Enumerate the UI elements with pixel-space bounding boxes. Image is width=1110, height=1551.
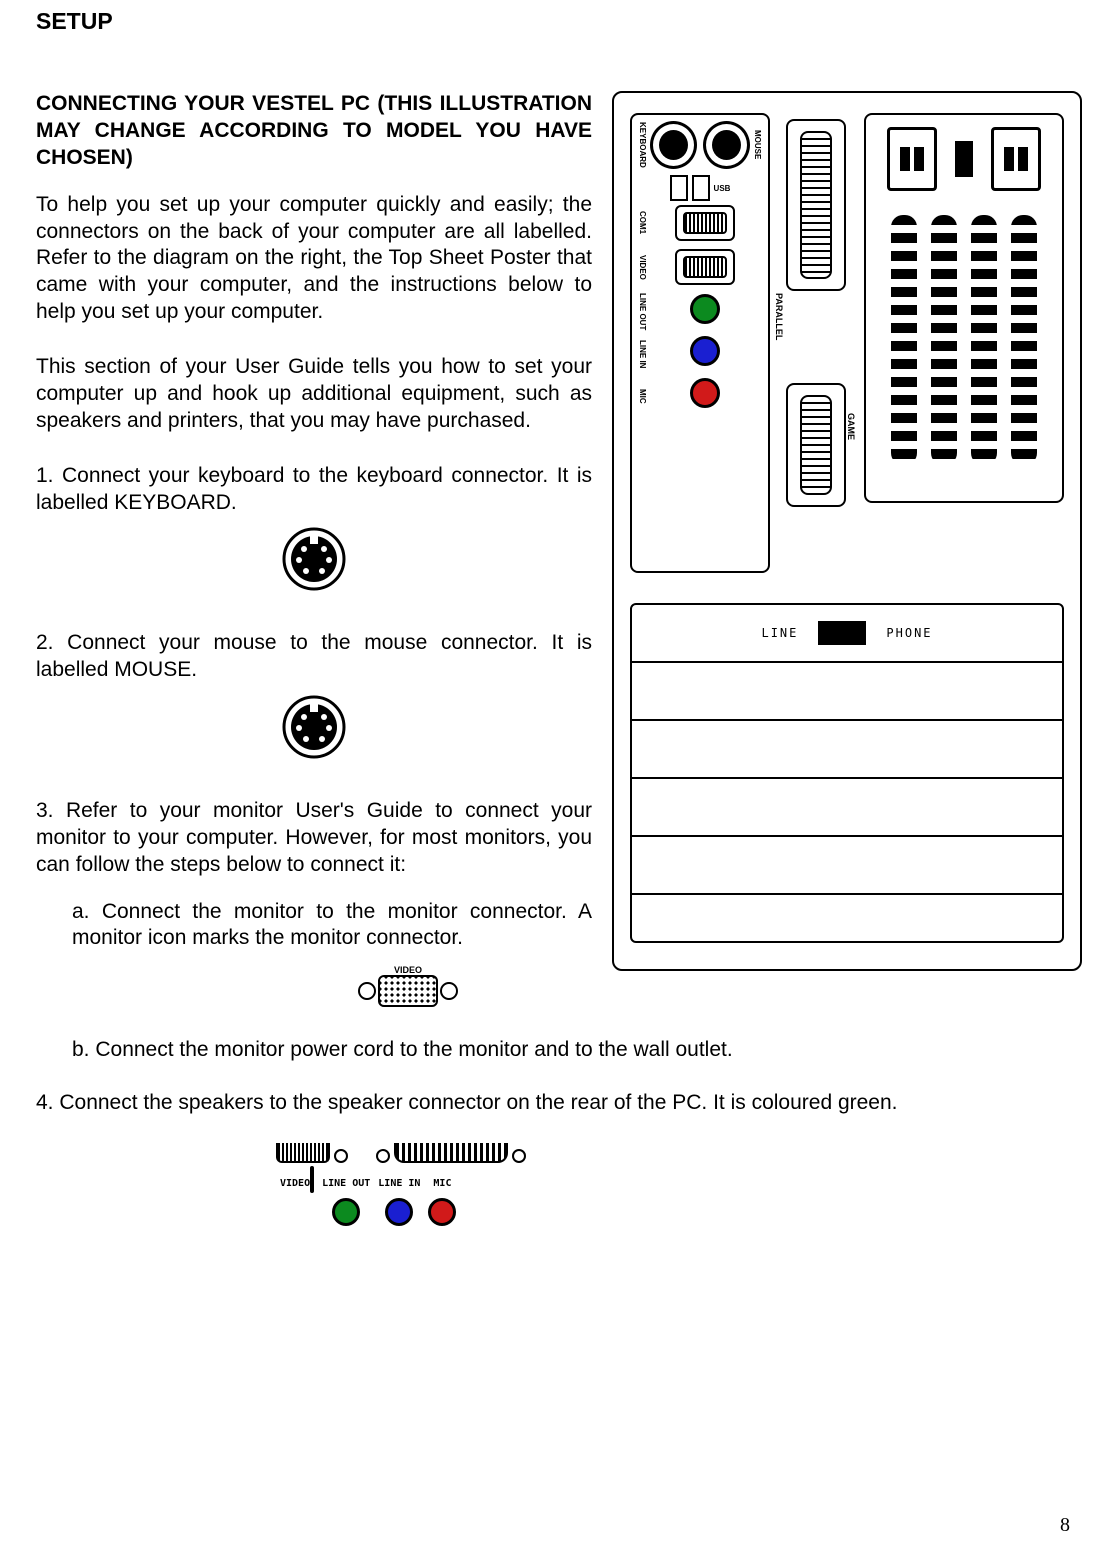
expansion-slot	[632, 663, 1062, 721]
video-icon-label: VIDEO	[356, 965, 460, 975]
lineout-strip-icon	[332, 1198, 360, 1226]
step-1-text: 1. Connect your keyboard to the keyboard…	[36, 463, 592, 517]
line-label: LINE	[761, 626, 798, 640]
keyboard-connector-icon	[36, 526, 592, 600]
expansion-slot	[632, 895, 1062, 951]
psu-illustration	[864, 113, 1064, 503]
linein-strip-icon	[385, 1198, 413, 1226]
expansion-slot	[632, 721, 1062, 779]
usb-port-icon	[692, 175, 710, 201]
lineout-strip-label: LINE OUT	[322, 1178, 370, 1189]
lineout-label: LINE OUT	[638, 293, 647, 330]
com1-port-icon	[675, 205, 735, 241]
vent-icon	[931, 215, 957, 465]
step-4-text: 4. Connect the speakers to the speaker c…	[36, 1090, 1082, 1117]
mic-jack-icon	[690, 378, 720, 408]
video-strip-label: VIDEO	[280, 1178, 310, 1189]
game-port-icon	[786, 383, 846, 507]
keyboard-port-label: KEYBOARD	[638, 122, 647, 168]
mic-strip-label: MIC	[433, 1178, 451, 1189]
mic-strip-icon	[428, 1198, 456, 1226]
step-3a-text: a. Connect the monitor to the monitor co…	[36, 899, 592, 953]
mouse-port-icon	[703, 121, 750, 169]
modem-jack-icon	[818, 621, 866, 645]
mouse-port-label: MOUSE	[753, 130, 762, 159]
usb-label: USB	[714, 184, 731, 193]
audio-ports-illustration: VIDEO LINE OUT LINE IN MIC	[36, 1143, 1082, 1230]
linein-strip-label: LINE IN	[378, 1178, 420, 1189]
linein-jack-icon	[690, 336, 720, 366]
vent-icon	[1011, 215, 1037, 465]
voltage-switch-icon	[955, 141, 973, 177]
expansion-slot	[632, 837, 1062, 895]
usb-port-icon	[670, 175, 688, 201]
ac-outlet-icon	[887, 127, 937, 191]
lineout-jack-icon	[690, 294, 720, 324]
mouse-connector-icon	[36, 694, 592, 768]
step-2-text: 2. Connect your mouse to the mouse conne…	[36, 630, 592, 684]
keyboard-port-icon	[650, 121, 697, 169]
phone-label: PHONE	[886, 626, 932, 640]
expansion-slot	[632, 779, 1062, 837]
parallel-port-icon	[786, 119, 846, 291]
section-heading: CONNECTING YOUR VESTEL PC (THIS ILLUSTRA…	[36, 91, 592, 172]
video-label: VIDEO	[638, 255, 647, 280]
vent-icon	[891, 215, 917, 465]
parallel-label: PARALLEL	[774, 293, 784, 340]
step-3b-text: b. Connect the monitor power cord to the…	[36, 1037, 1082, 1064]
intro-paragraph-1: To help you set up your computer quickly…	[36, 192, 592, 326]
modem-slot: LINE PHONE	[632, 605, 1062, 663]
video-strip-icon	[310, 1166, 314, 1193]
vent-icon	[971, 215, 997, 465]
mic-label: MIC	[638, 389, 647, 404]
expansion-slots: LINE PHONE	[630, 603, 1064, 943]
page-title: SETUP	[36, 0, 1082, 35]
linein-label: LINE IN	[638, 340, 647, 368]
intro-paragraph-2: This section of your User Guide tells yo…	[36, 354, 592, 435]
step-3-text: 3. Refer to your monitor User's Guide to…	[36, 798, 592, 879]
vga-connector-icon: VIDEO	[36, 965, 1082, 1007]
video-port-icon	[675, 249, 735, 285]
rear-panel-illustration: KEYBOARD MOUSE USB COM1	[612, 91, 1082, 971]
game-label: GAME	[846, 413, 856, 440]
page-number: 8	[1060, 1514, 1070, 1537]
ac-inlet-icon	[991, 127, 1041, 191]
com1-label: COM1	[638, 211, 647, 234]
